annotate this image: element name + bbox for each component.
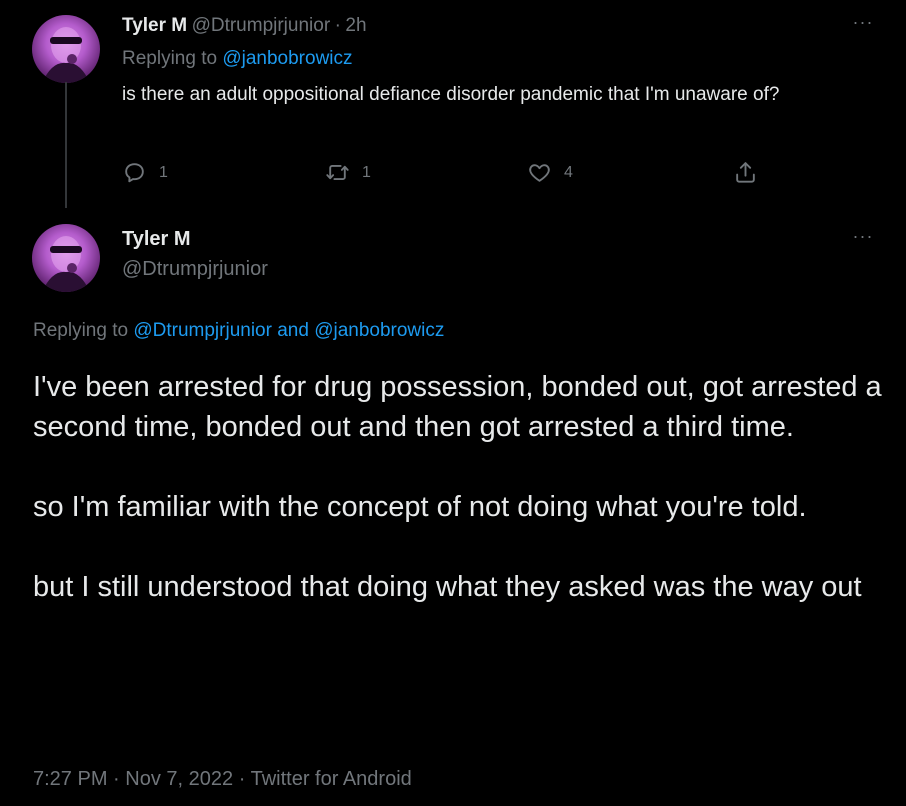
share-icon	[736, 162, 755, 183]
retweet-count: 1	[362, 163, 371, 181]
tweet-time[interactable]: 7:27 PM	[33, 768, 107, 790]
like-count: 4	[564, 163, 573, 181]
main-author-name[interactable]: Tyler M	[122, 228, 191, 251]
reply-icon	[125, 163, 144, 183]
replying-to-prefix: Replying to	[122, 48, 218, 69]
main-tweet-text: I've been arrested for drug possession, …	[33, 371, 882, 603]
tweet-date[interactable]: Nov 7, 2022	[125, 768, 233, 790]
replying-to-prefix: Replying to	[33, 320, 129, 341]
avatar-photo	[42, 236, 90, 292]
main-replying-to: Replying to @Dtrumpjrjunior and @janbobr…	[33, 320, 444, 342]
reply-header: Tyler M @Dtrumpjrjunior · 2h	[122, 15, 367, 37]
avatar-photo	[42, 27, 90, 83]
replying-to-links[interactable]: @Dtrumpjrjunior and @janbobrowicz	[133, 320, 444, 341]
footer-separator: ·	[238, 768, 246, 790]
reply-avatar[interactable]	[32, 15, 100, 83]
reply-count: 1	[159, 163, 168, 181]
main-avatar[interactable]	[32, 224, 100, 292]
reply-tweet-text: is there an adult oppositional defiance …	[122, 84, 780, 105]
reply-replying-to: Replying to @janbobrowicz	[122, 48, 353, 70]
main-tweet-footer: 7:27 PM · Nov 7, 2022 · Twitter for Andr…	[33, 768, 412, 791]
footer-separator: ·	[113, 768, 120, 790]
reply-time[interactable]: 2h	[345, 15, 366, 36]
main-author-handle[interactable]: @Dtrumpjrjunior	[122, 258, 268, 281]
tweet-source: Twitter for Android	[250, 768, 412, 790]
reply-author-handle[interactable]: @Dtrumpjrjunior	[192, 15, 331, 36]
retweet-icon	[326, 165, 349, 180]
replying-to-link[interactable]: @janbobrowicz	[222, 48, 352, 69]
heart-icon	[529, 164, 550, 182]
reply-action-share[interactable]	[733, 160, 758, 185]
reply-action-retweet[interactable]: 1	[325, 160, 371, 185]
reply-action-like[interactable]: 4	[527, 160, 573, 185]
reply-separator: ·	[334, 15, 341, 36]
reply-action-reply[interactable]: 1	[122, 160, 168, 185]
more-icon: ···	[852, 12, 874, 32]
thread-line	[65, 82, 67, 208]
reply-author-name[interactable]: Tyler M	[122, 15, 187, 36]
reply-more-button[interactable]: ···	[848, 13, 878, 36]
more-icon: ···	[852, 226, 874, 246]
main-more-button[interactable]: ···	[848, 227, 878, 250]
